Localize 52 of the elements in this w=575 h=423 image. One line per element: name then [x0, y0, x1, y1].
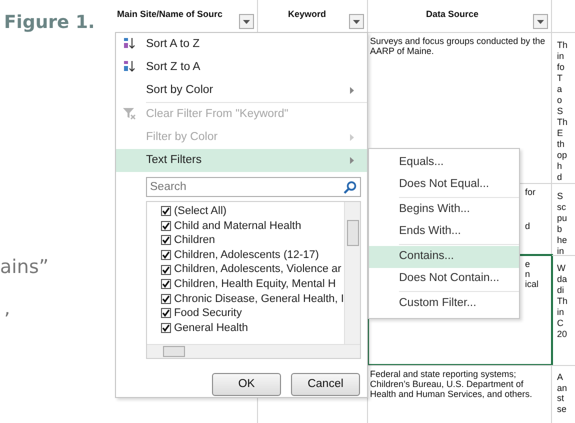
table-cell-fragment: d	[557, 172, 564, 183]
table-cell-fragment: E	[557, 128, 564, 139]
checkbox-label: Children, Health Equity, Mental H	[174, 277, 336, 292]
table-cell-fragment: da	[557, 274, 568, 285]
table-cell-fragment: S	[557, 106, 564, 117]
table-cell-fragment: Th	[557, 296, 569, 307]
checkbox-label: (Select All)	[174, 204, 227, 220]
table-cell-fragment: S	[557, 191, 564, 202]
table-cell-text: Federal and state reporting systems; Children’s Bureau, U.S. Department of Health and Human Services, and others.	[370, 369, 534, 399]
table-cell-fragment: 20	[557, 329, 568, 340]
table-cell-fragment: th	[557, 139, 566, 150]
checkbox-label: Children, Adolescents, Violence ar	[174, 262, 342, 278]
table-cell-fragment: di	[557, 285, 566, 296]
table-cell-fragment: an	[557, 382, 568, 393]
table-cell-fragment: for	[525, 187, 536, 197]
table-cell-fragment: op	[557, 150, 568, 161]
table-cell-fragment: n	[525, 269, 530, 279]
column-header: Data Source	[426, 9, 479, 19]
table-cell-fragment: C	[557, 318, 564, 329]
table-cell-fragment: in	[557, 307, 566, 318]
table-cell-fragment: e	[525, 259, 530, 269]
table-cell-fragment: b	[557, 224, 564, 235]
checkbox-label: Food Security	[174, 306, 242, 322]
table-cell-fragment: Th	[557, 117, 569, 128]
table-cell-fragment: d	[525, 221, 530, 231]
table-cell-text: Surveys and focus groups conducted by the AARP of Maine.	[370, 36, 546, 56]
table-cell-fragment: pu	[557, 213, 568, 224]
table-cell-fragment: in	[557, 51, 566, 62]
table-cell-fragment: ical	[525, 279, 539, 289]
table-cell-fragment: st	[557, 393, 566, 404]
table-cell-fragment: a	[557, 84, 564, 95]
figure-caption: Figure 1.	[4, 11, 95, 35]
table-cell-fragment: W	[557, 263, 566, 274]
table-cell-fragment: sc	[557, 202, 567, 213]
table-cell-fragment: se	[557, 404, 568, 414]
column-header: Keyword	[288, 9, 326, 19]
table-cell-fragment: in	[557, 246, 566, 257]
table-cell-fragment: he	[557, 235, 568, 246]
table-cell-fragment: A	[557, 372, 564, 382]
checkbox-label: Children	[174, 233, 215, 248]
checkbox-label: General Health	[174, 320, 248, 336]
table-cell-fragment: T	[557, 73, 564, 84]
checkbox-label: Child and Maternal Health	[174, 218, 302, 234]
table-cell-fragment: o	[557, 95, 564, 106]
checkbox-label: Children, Adolescents (12-17)	[174, 248, 319, 263]
table-cell-fragment: Th	[557, 40, 569, 51]
table-cell-fragment: h	[557, 161, 564, 172]
table-cell-fragment: fo	[557, 62, 566, 73]
body-text: ’	[4, 308, 10, 332]
column-header: Main Site/Name of Sourc	[117, 9, 223, 19]
checkbox-label: Chronic Disease, General Health, I	[174, 292, 344, 307]
body-text: ains”	[0, 256, 49, 279]
